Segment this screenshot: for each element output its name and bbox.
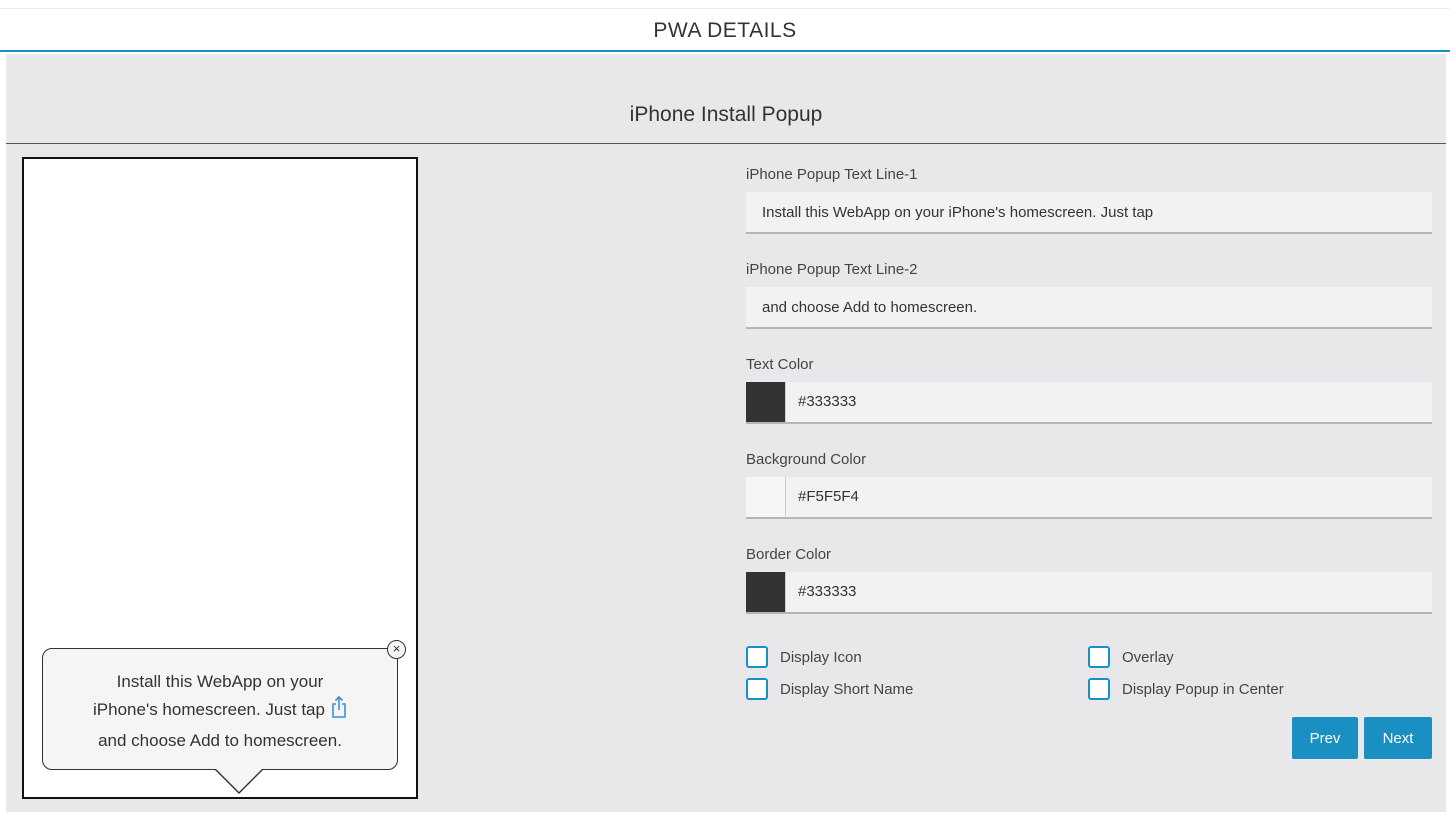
popup-line-2-wrap: iPhone's homescreen. Just tap <box>43 695 397 727</box>
page-title: PWA DETAILS <box>0 8 1450 52</box>
background-color-label: Background Color <box>746 451 867 468</box>
display-center-checkbox[interactable] <box>1088 678 1110 700</box>
popup-line-2: iPhone's homescreen. Just tap <box>93 700 325 719</box>
background-color-swatch[interactable] <box>746 477 786 517</box>
text-color-label: Text Color <box>746 356 814 373</box>
line2-label: iPhone Popup Text Line-2 <box>746 261 918 278</box>
line1-label: iPhone Popup Text Line-1 <box>746 166 918 183</box>
display-center-label: Display Popup in Center <box>1122 680 1284 698</box>
text-color-swatch[interactable] <box>746 382 786 422</box>
section-title: iPhone Install Popup <box>629 103 823 126</box>
display-center-option[interactable]: Display Popup in Center <box>1088 678 1284 700</box>
background-color-field[interactable]: #F5F5F4 <box>746 477 1432 519</box>
prev-button[interactable]: Prev <box>1292 717 1358 759</box>
display-short-name-label: Display Short Name <box>780 680 914 698</box>
line1-input[interactable] <box>746 192 1432 234</box>
display-icon-option[interactable]: Display Icon <box>746 646 862 668</box>
install-popup-preview: Install this WebApp on your iPhone's hom… <box>42 640 406 794</box>
share-icon <box>331 695 347 727</box>
overlay-checkbox[interactable] <box>1088 646 1110 668</box>
close-icon[interactable]: × <box>387 640 406 659</box>
display-icon-label: Display Icon <box>780 648 862 666</box>
background-color-value[interactable]: #F5F5F4 <box>798 477 859 517</box>
border-color-swatch[interactable] <box>746 572 786 612</box>
display-icon-checkbox[interactable] <box>746 646 768 668</box>
next-button[interactable]: Next <box>1364 717 1432 759</box>
popup-line-3: and choose Add to homescreen. <box>98 731 342 750</box>
display-short-name-checkbox[interactable] <box>746 678 768 700</box>
border-color-value[interactable]: #333333 <box>798 572 856 612</box>
overlay-option[interactable]: Overlay <box>1088 646 1174 668</box>
popup-arrow-fill <box>216 769 262 792</box>
overlay-label: Overlay <box>1122 648 1174 666</box>
line2-input[interactable] <box>746 287 1432 329</box>
border-color-field[interactable]: #333333 <box>746 572 1432 614</box>
border-color-label: Border Color <box>746 546 832 563</box>
section-header: iPhone Install Popup <box>6 54 1446 144</box>
text-color-value[interactable]: #333333 <box>798 382 856 422</box>
phone-preview: Install this WebApp on your iPhone's hom… <box>22 157 418 799</box>
text-color-field[interactable]: #333333 <box>746 382 1432 424</box>
popup-line-1: Install this WebApp on your <box>116 672 324 691</box>
content-panel: iPhone Install Popup Install this WebApp… <box>6 54 1446 812</box>
display-short-name-option[interactable]: Display Short Name <box>746 678 913 700</box>
